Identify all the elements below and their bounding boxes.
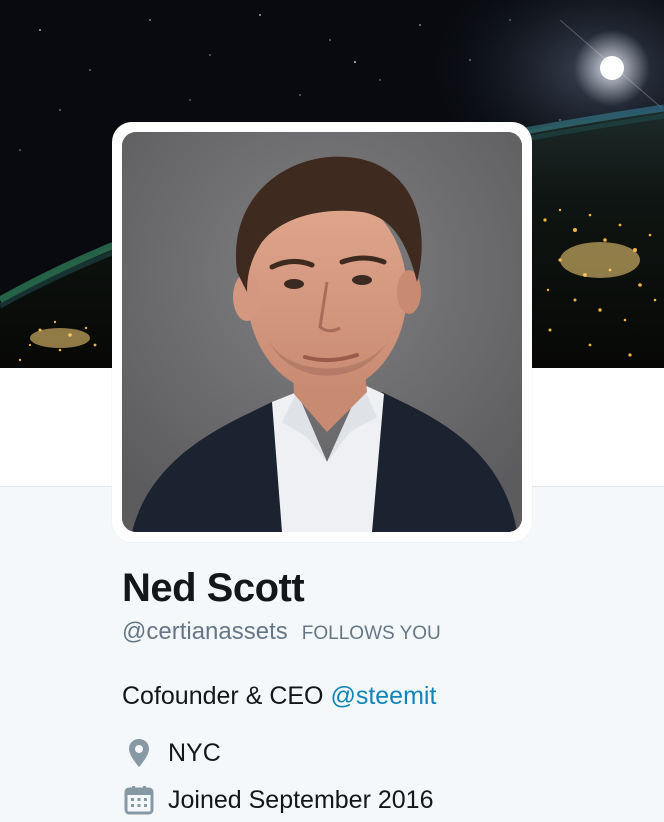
- location-pin-icon: [124, 737, 154, 769]
- avatar-photo: [122, 132, 522, 532]
- follows-you-badge: FOLLOWS YOU: [301, 623, 441, 644]
- handle-row: @certianassets FOLLOWS YOU: [122, 616, 642, 648]
- calendar-icon: [124, 784, 154, 816]
- bio-mention-link[interactable]: @steemit: [330, 682, 436, 710]
- profile-name[interactable]: Ned Scott: [122, 560, 642, 616]
- profile-bio: Cofounder & CEO @steemit: [122, 680, 642, 712]
- location-text: NYC: [168, 739, 221, 767]
- location-row: NYC: [122, 737, 642, 769]
- joined-row: Joined September 2016: [122, 784, 642, 816]
- bio-text: Cofounder & CEO: [122, 682, 331, 710]
- profile-card: Ned Scott @certianassets FOLLOWS YOU Cof…: [122, 560, 642, 816]
- avatar[interactable]: [122, 132, 522, 532]
- profile-handle[interactable]: @certianassets: [122, 616, 288, 648]
- joined-text: Joined September 2016: [168, 786, 434, 814]
- avatar-frame: [112, 122, 532, 542]
